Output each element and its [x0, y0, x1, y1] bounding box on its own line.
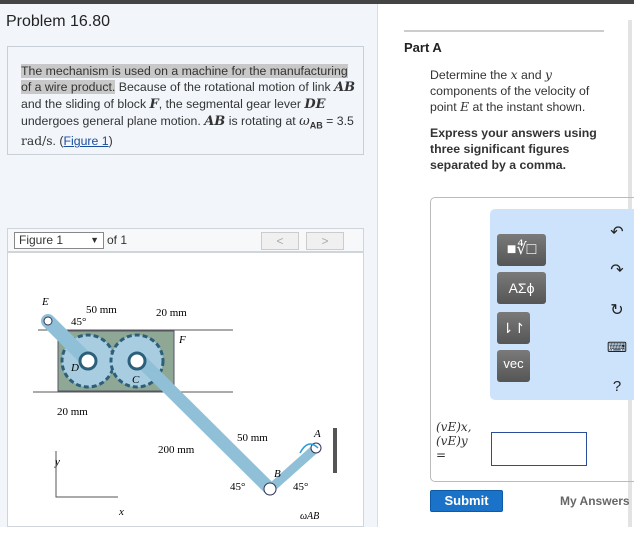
dim-20mm-bottom: 20 mm: [57, 406, 88, 418]
wall-support: [333, 428, 337, 473]
keyboard-icon[interactable]: ⌨: [606, 339, 628, 356]
angle-e: 45°: [71, 316, 86, 328]
angle-b-right: 45°: [293, 481, 308, 493]
dim-50mm-e: 50 mm: [86, 304, 117, 316]
label-f: F: [178, 334, 186, 346]
problem-statement-box: The mechanism is used on a machine for t…: [7, 46, 364, 155]
my-answers-link[interactable]: My Answers: [560, 494, 630, 508]
vector-button[interactable]: vec: [497, 350, 530, 382]
problem-statement: The mechanism is used on a machine for t…: [21, 64, 356, 149]
next-figure-button[interactable]: >: [306, 232, 344, 250]
pin-d: [78, 351, 98, 371]
axis-x: x: [118, 506, 124, 518]
figure-area: E D C F A B 50 mm 20 mm 20 mm 200 mm 50 …: [7, 252, 364, 527]
figure-toolbar: Figure 1 ▼ of 1 < >: [7, 228, 364, 252]
angle-b-left: 45°: [230, 481, 245, 493]
label-d: D: [70, 362, 79, 374]
greek-symbols-button[interactable]: ΑΣϕ: [497, 272, 546, 304]
label-a: A: [313, 428, 321, 440]
axis-y: y: [54, 456, 60, 468]
undo-icon[interactable]: ↶: [606, 222, 628, 242]
pin-b: [263, 482, 277, 496]
label-b: B: [274, 468, 281, 480]
dim-20mm-top: 20 mm: [156, 307, 187, 319]
instruction-text: Express your answers using three signifi…: [430, 126, 597, 172]
submit-button[interactable]: Submit: [430, 490, 503, 512]
question-text: Determine the x and y components of the …: [430, 68, 590, 114]
link-bc: [136, 356, 277, 496]
mechanism-diagram: E D C F A B 50 mm 20 mm 20 mm 200 mm 50 …: [33, 296, 337, 522]
prev-figure-button[interactable]: <: [261, 232, 299, 250]
help-icon[interactable]: ?: [606, 378, 628, 395]
figure-link[interactable]: Figure 1: [63, 134, 108, 148]
redo-icon[interactable]: ↷: [606, 260, 628, 280]
label-c: C: [132, 374, 140, 386]
axes: [55, 451, 118, 498]
part-heading: Part A: [404, 40, 442, 55]
figure-count: of 1: [107, 233, 128, 247]
label-omega: ωAB: [300, 511, 319, 522]
dropdown-arrow-icon: ▼: [90, 235, 99, 245]
answer-input[interactable]: [491, 432, 587, 466]
templates-button[interactable]: ■∜□: [497, 234, 546, 266]
subscript-superscript-button[interactable]: ⇂↾: [497, 312, 530, 344]
label-e: E: [41, 296, 49, 308]
figure-select[interactable]: Figure 1 ▼: [14, 232, 104, 249]
divider: [404, 30, 604, 32]
pin-e: [43, 316, 53, 326]
answer-label: (vE)x, (vE)y =: [436, 420, 472, 462]
dim-200mm: 200 mm: [158, 444, 195, 456]
problem-title: Problem 16.80: [6, 13, 111, 30]
reset-icon[interactable]: ↻: [606, 300, 628, 320]
pin-c: [127, 351, 147, 371]
dim-50mm-b: 50 mm: [237, 432, 268, 444]
